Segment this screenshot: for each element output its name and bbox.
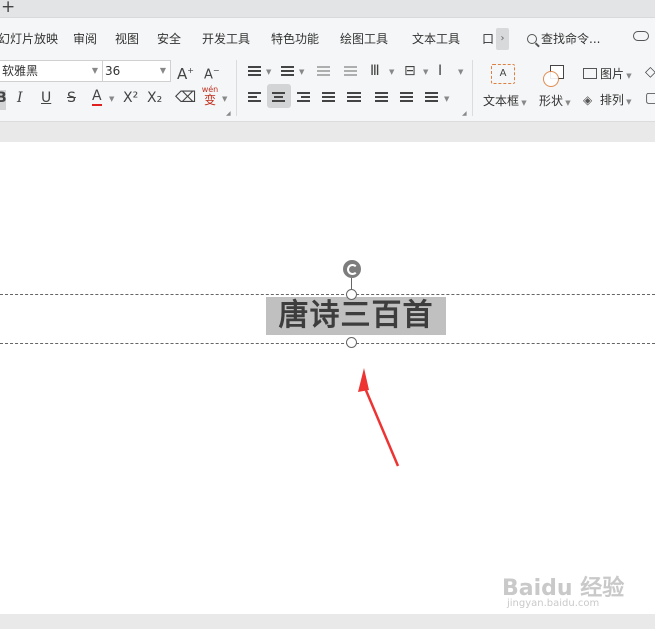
- textbox-label: 文本框: [483, 94, 520, 108]
- command-search[interactable]: 查找命令...: [527, 30, 600, 47]
- shape-icon[interactable]: [543, 65, 565, 87]
- chevron-down-icon[interactable]: ▼: [423, 68, 428, 76]
- textbox-icon[interactable]: A: [491, 64, 515, 84]
- bold-button[interactable]: B: [0, 90, 7, 110]
- numbered-list-icon[interactable]: [281, 66, 294, 78]
- menu-drawing-tools[interactable]: 绘图工具: [340, 30, 388, 47]
- toolbar-divider: [236, 60, 237, 116]
- align-left-icon[interactable]: [248, 92, 261, 104]
- decrease-indent-icon[interactable]: [317, 66, 330, 78]
- textbox-border-top: [0, 294, 655, 295]
- distribute-icon[interactable]: [347, 92, 361, 104]
- italic-button[interactable]: I: [17, 90, 23, 106]
- align-right-icon[interactable]: [297, 92, 310, 104]
- strikethrough-button[interactable]: S: [67, 90, 76, 106]
- eraser-icon[interactable]: ⌫: [175, 89, 196, 105]
- justify-icon[interactable]: [322, 92, 335, 104]
- menu-review[interactable]: 审阅: [73, 30, 97, 47]
- textbox-border-bottom: [0, 343, 655, 344]
- spacing-options-icon[interactable]: [425, 92, 438, 104]
- menu-slideshow[interactable]: 幻灯片放映: [0, 30, 58, 47]
- bullet-list-icon[interactable]: [248, 66, 261, 78]
- shrink-font-button[interactable]: A−: [204, 63, 220, 83]
- menu-developer[interactable]: 开发工具: [202, 30, 250, 47]
- paragraph-spacing-icon[interactable]: [400, 92, 413, 104]
- textbox-button[interactable]: 文本框 ▼: [483, 92, 527, 109]
- layers-icon: ◈: [583, 93, 593, 107]
- align-text-icon[interactable]: ⊟: [404, 63, 416, 79]
- ribbon-toolbar: 软雅黑 ▼ 36 ▼ A+ A− B I U S A ▼ X² X₂ ⌫ wén…: [0, 58, 655, 122]
- search-icon: [527, 34, 537, 44]
- arrange-label: 排列: [599, 93, 624, 107]
- chevron-down-icon[interactable]: ▼: [444, 95, 449, 103]
- resize-handle-bottom[interactable]: [346, 337, 357, 348]
- canvas-bottom: [0, 614, 655, 629]
- arrange-button[interactable]: ◈ 排列 ▼: [583, 91, 631, 108]
- font-color-button[interactable]: A: [92, 89, 102, 106]
- picture-icon: [583, 68, 597, 79]
- font-size-value: 36: [105, 64, 121, 78]
- shape-button[interactable]: 形状 ▼: [539, 92, 571, 109]
- frame-icon[interactable]: ▢: [645, 90, 655, 106]
- font-name-select[interactable]: 软雅黑 ▼: [0, 60, 103, 82]
- grow-font-icon: A: [177, 65, 188, 83]
- chevron-down-icon[interactable]: ▼: [266, 68, 271, 76]
- chevron-down-icon[interactable]: ▼: [109, 95, 114, 103]
- paragraph-dialog-launcher-icon[interactable]: ◢: [462, 110, 467, 117]
- cloud-icon[interactable]: [633, 31, 649, 41]
- slide[interactable]: [0, 142, 655, 614]
- menu-truncated[interactable]: 口: [482, 30, 494, 47]
- search-placeholder: 查找命令...: [541, 32, 601, 46]
- line-spacing-decrease-icon[interactable]: [375, 92, 388, 104]
- chevron-down-icon[interactable]: ▼: [222, 95, 227, 103]
- watermark-url: jingyan.baidu.com: [507, 598, 600, 609]
- superscript-button[interactable]: X²: [123, 90, 138, 106]
- menu-view[interactable]: 视图: [115, 30, 139, 47]
- shrink-font-icon: A: [204, 67, 213, 83]
- slide-title[interactable]: 唐诗三百首: [266, 297, 446, 335]
- line-spacing-icon[interactable]: Ⅰ: [438, 63, 442, 79]
- new-tab-button[interactable]: +: [1, 0, 15, 17]
- arrow-head: [358, 368, 369, 392]
- rotate-handle-stem: [351, 278, 352, 289]
- chevron-down-icon[interactable]: ▼: [299, 68, 304, 76]
- shape-label: 形状: [539, 94, 564, 108]
- grow-font-button[interactable]: A+: [177, 63, 194, 82]
- font-size-select[interactable]: 36 ▼: [102, 60, 171, 82]
- tab-strip: +: [0, 0, 655, 18]
- phonetic-char: 变: [203, 93, 216, 107]
- phonetic-guide-button[interactable]: wén 变: [201, 85, 219, 107]
- chevron-down-icon[interactable]: ▼: [458, 68, 463, 76]
- font-name-value: 软雅黑: [2, 64, 39, 78]
- font-dialog-launcher-icon[interactable]: ◢: [226, 110, 231, 117]
- arrow-shaft: [363, 387, 400, 467]
- underline-button[interactable]: U: [41, 90, 51, 106]
- chevron-down-icon: ▼: [91, 66, 98, 75]
- resize-handle-top[interactable]: [346, 289, 357, 300]
- menu-more-button[interactable]: ›: [496, 28, 509, 50]
- slide-canvas: [0, 122, 655, 629]
- annotation-arrow: [358, 368, 400, 467]
- toolbar-divider: [472, 60, 473, 116]
- align-center-icon[interactable]: [272, 92, 285, 104]
- menu-special[interactable]: 特色功能: [271, 30, 319, 47]
- chevron-down-icon: ▼: [159, 66, 166, 75]
- fill-icon[interactable]: ◇: [645, 64, 655, 80]
- subscript-button[interactable]: X₂: [147, 90, 162, 106]
- menu-text-tools[interactable]: 文本工具: [412, 30, 460, 47]
- picture-button[interactable]: 图片 ▼: [583, 65, 632, 82]
- increase-indent-icon[interactable]: [344, 66, 357, 78]
- menu-security[interactable]: 安全: [157, 30, 181, 47]
- picture-label: 图片: [600, 67, 625, 81]
- rotate-handle-icon[interactable]: [343, 260, 361, 278]
- chevron-down-icon[interactable]: ▼: [389, 68, 394, 76]
- menu-bar: 幻灯片放映 审阅 视图 安全 开发工具 特色功能 绘图工具 文本工具 口 查找命…: [0, 18, 655, 58]
- text-direction-icon[interactable]: Ⅲ: [370, 63, 380, 79]
